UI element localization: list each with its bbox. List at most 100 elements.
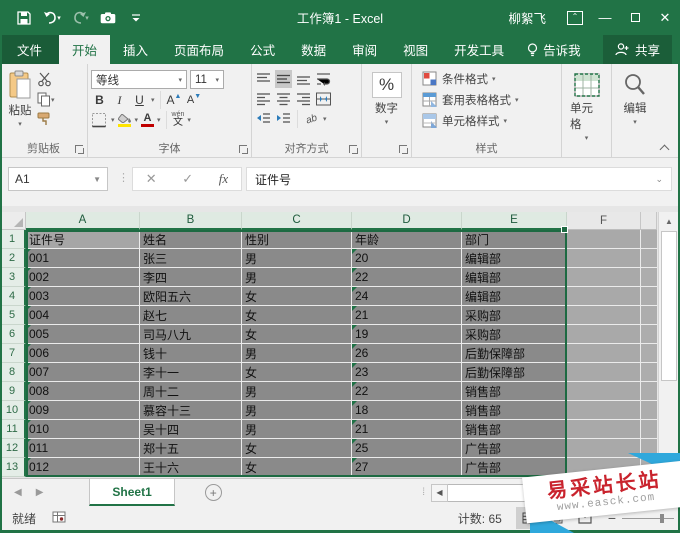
cell[interactable]: 21 bbox=[352, 306, 462, 325]
tab-3[interactable]: 公式 bbox=[237, 35, 288, 64]
cell[interactable]: 王十六 bbox=[140, 458, 242, 477]
font-dialog-launcher[interactable] bbox=[239, 145, 249, 155]
font-color-dropdown-icon[interactable]: ▾ bbox=[157, 116, 161, 124]
expand-formula-bar-icon[interactable]: ⌄ bbox=[655, 174, 663, 185]
cell[interactable] bbox=[641, 287, 657, 306]
paste-button[interactable]: 粘贴 ▾ bbox=[3, 68, 37, 141]
cell[interactable] bbox=[641, 439, 657, 458]
cell[interactable]: 销售部 bbox=[462, 382, 567, 401]
cell[interactable] bbox=[567, 344, 641, 363]
tab-4[interactable]: 数据 bbox=[288, 35, 339, 64]
phonetic-dropdown-icon[interactable]: ▾ bbox=[187, 116, 191, 124]
cell[interactable] bbox=[641, 401, 657, 420]
alignment-dialog-launcher[interactable] bbox=[349, 145, 359, 155]
copy-icon[interactable] bbox=[37, 92, 51, 107]
maximize-button[interactable] bbox=[620, 0, 650, 35]
fill-handle[interactable] bbox=[561, 226, 568, 233]
cell[interactable]: 周十二 bbox=[140, 382, 242, 401]
cell[interactable]: 男 bbox=[242, 268, 352, 287]
cell[interactable]: 男 bbox=[242, 382, 352, 401]
cell[interactable] bbox=[567, 268, 641, 287]
font-color-button[interactable]: A bbox=[141, 112, 155, 127]
row-header-12[interactable]: 12 bbox=[0, 439, 26, 458]
minimize-button[interactable]: — bbox=[590, 0, 620, 35]
cell[interactable]: 005 bbox=[26, 325, 140, 344]
cell[interactable]: 女 bbox=[242, 458, 352, 477]
cell[interactable]: 广告部 bbox=[462, 458, 567, 477]
cell[interactable]: 23 bbox=[352, 363, 462, 382]
tab-6[interactable]: 视图 bbox=[390, 35, 441, 64]
cell[interactable]: 004 bbox=[26, 306, 140, 325]
fill-color-button[interactable] bbox=[117, 113, 132, 127]
zoom-out-icon[interactable]: − bbox=[608, 510, 616, 526]
zoom-slider-thumb[interactable] bbox=[660, 513, 664, 523]
name-box-dropdown-icon[interactable]: ▼ bbox=[93, 175, 101, 184]
grow-font-button[interactable]: A ▲ bbox=[166, 91, 183, 109]
format-as-table-button[interactable]: 套用表格格式 ▾ bbox=[418, 89, 558, 110]
cell[interactable]: 采购部 bbox=[462, 325, 567, 344]
copy-dropdown-icon[interactable]: ▾ bbox=[51, 96, 55, 104]
font-name-select[interactable]: 等线 ▾ bbox=[91, 70, 187, 89]
cell[interactable]: 编辑部 bbox=[462, 268, 567, 287]
undo-button[interactable]: ▾ bbox=[40, 7, 64, 29]
cell[interactable]: 钱十 bbox=[140, 344, 242, 363]
cell[interactable] bbox=[567, 287, 641, 306]
middle-align-icon[interactable] bbox=[275, 70, 292, 88]
redo-dropdown-icon[interactable]: ▾ bbox=[85, 14, 89, 22]
cell[interactable]: 采购部 bbox=[462, 306, 567, 325]
cell[interactable]: 后勤保障部 bbox=[462, 344, 567, 363]
page-layout-view-button[interactable] bbox=[544, 507, 570, 529]
customize-qat-icon[interactable] bbox=[124, 7, 148, 29]
cell[interactable]: 姓名 bbox=[140, 230, 242, 249]
cell[interactable]: 20 bbox=[352, 249, 462, 268]
increase-indent-icon[interactable] bbox=[275, 110, 292, 128]
cell[interactable] bbox=[567, 306, 641, 325]
shrink-font-button[interactable]: A ▼ bbox=[186, 91, 203, 109]
column-header-C[interactable]: C bbox=[242, 212, 352, 230]
cell[interactable] bbox=[567, 420, 641, 439]
undo-dropdown-icon[interactable]: ▾ bbox=[57, 14, 61, 22]
cell[interactable]: 003 bbox=[26, 287, 140, 306]
cell[interactable]: 001 bbox=[26, 249, 140, 268]
row-header-1[interactable]: 1 bbox=[0, 230, 26, 249]
cell[interactable]: 证件号 bbox=[26, 230, 140, 249]
cell[interactable]: 销售部 bbox=[462, 420, 567, 439]
cell-styles-button[interactable]: 单元格样式 ▾ bbox=[418, 110, 558, 131]
cell[interactable]: 女 bbox=[242, 325, 352, 344]
cell[interactable]: 25 bbox=[352, 439, 462, 458]
tab-0[interactable]: 开始 bbox=[59, 35, 111, 64]
cell[interactable]: 郑十五 bbox=[140, 439, 242, 458]
cell[interactable]: 部门 bbox=[462, 230, 567, 249]
cell[interactable] bbox=[567, 439, 641, 458]
row-header-6[interactable]: 6 bbox=[0, 325, 26, 344]
number-dropdown-icon[interactable]: ▾ bbox=[385, 118, 389, 126]
collapse-ribbon-icon[interactable] bbox=[658, 142, 672, 154]
row-header-4[interactable]: 4 bbox=[0, 287, 26, 306]
align-left-icon[interactable] bbox=[255, 90, 272, 108]
cell[interactable]: 26 bbox=[352, 344, 462, 363]
vertical-scrollbar[interactable]: ▲ bbox=[658, 212, 679, 478]
cancel-entry-icon[interactable]: ✕ bbox=[146, 171, 157, 187]
cell[interactable]: 年龄 bbox=[352, 230, 462, 249]
cell[interactable]: 男 bbox=[242, 344, 352, 363]
cell[interactable]: 009 bbox=[26, 401, 140, 420]
tab-5[interactable]: 审阅 bbox=[339, 35, 390, 64]
cell[interactable]: 22 bbox=[352, 382, 462, 401]
camera-icon[interactable] bbox=[96, 7, 120, 29]
cell[interactable]: 21 bbox=[352, 420, 462, 439]
tab-1[interactable]: 插入 bbox=[110, 35, 161, 64]
tab-file[interactable]: 文件 bbox=[0, 35, 60, 64]
row-header-5[interactable]: 5 bbox=[0, 306, 26, 325]
share-button[interactable]: 共享 bbox=[602, 35, 672, 64]
row-header-11[interactable]: 11 bbox=[0, 420, 26, 439]
borders-icon[interactable] bbox=[91, 112, 108, 128]
column-header-E[interactable]: E bbox=[462, 212, 567, 230]
tell-me-box[interactable]: 告诉我 bbox=[517, 35, 591, 64]
cells-button[interactable]: 单元格 ▾ bbox=[565, 70, 608, 144]
cell[interactable]: 赵七 bbox=[140, 306, 242, 325]
cell[interactable]: 吴十四 bbox=[140, 420, 242, 439]
tab-2[interactable]: 页面布局 bbox=[161, 35, 237, 64]
column-header-stub[interactable] bbox=[641, 212, 657, 230]
previous-sheet-icon[interactable]: ◀ bbox=[14, 487, 22, 498]
redo-button[interactable]: ▾ bbox=[68, 7, 92, 29]
